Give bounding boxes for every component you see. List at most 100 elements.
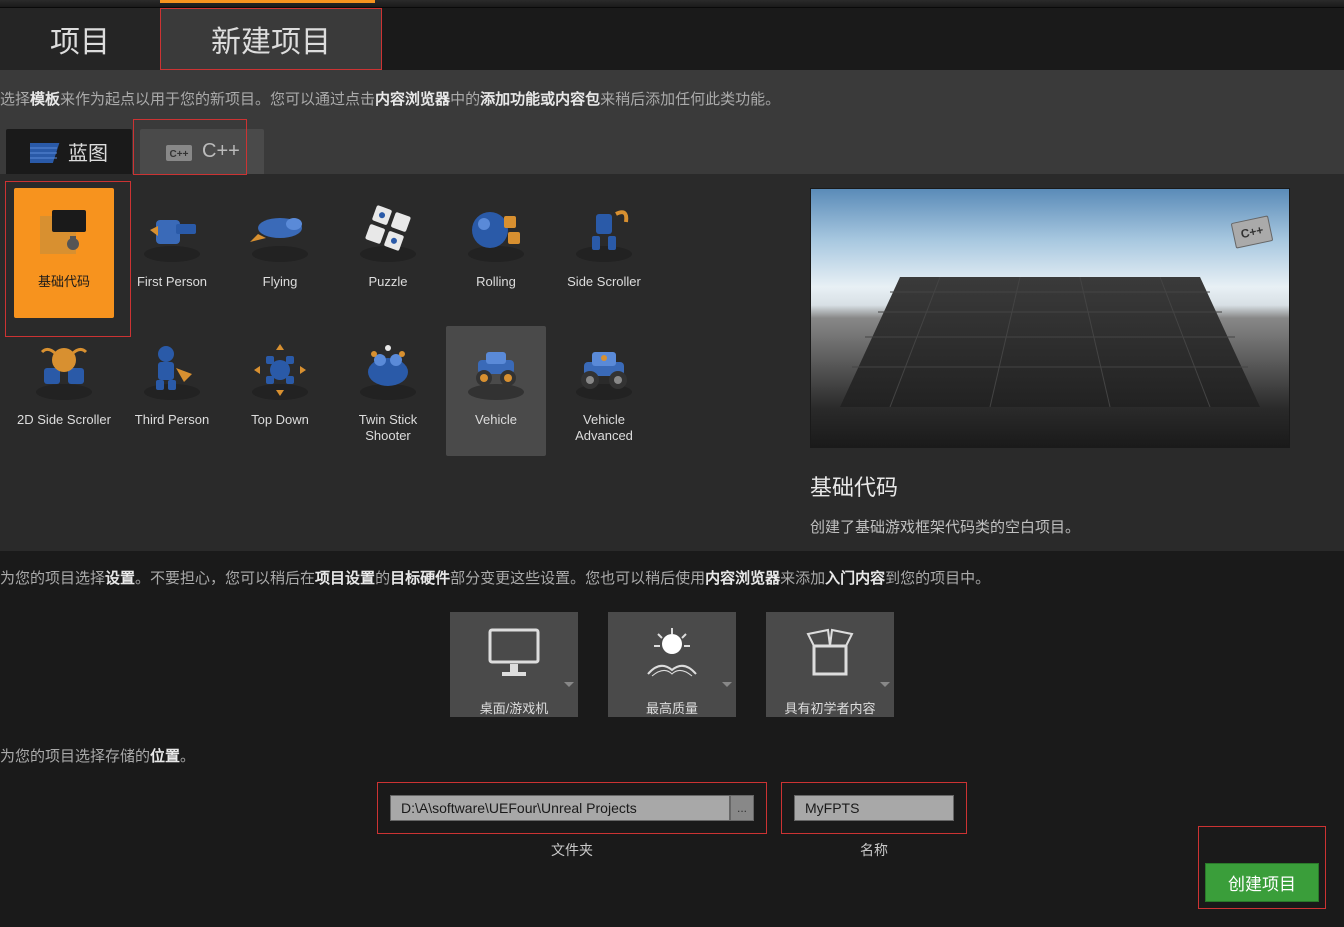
settings-help-text: 为您的项目选择设置。不要担心，您可以稍后在项目设置的目标硬件部分变更这些设置。您… [0,551,1344,604]
tb: 目标硬件 [390,570,450,587]
folder-input[interactable] [390,795,730,821]
intro-text: 选择模板来作为起点以用于您的新项目。您可以通过点击内容浏览器中的添加功能或内容包… [0,70,1344,129]
dropdown-caret-icon [722,682,732,687]
template-item-rolling[interactable]: Rolling [446,188,546,318]
name-input-wrap [781,782,967,834]
location-help-text: 为您的项目选择存储的位置。 [0,733,1344,778]
name-label: 名称 [860,840,888,860]
tb: 位置 [150,748,180,765]
browse-button[interactable]: ... [730,795,754,821]
t: 的 [375,570,390,587]
sub-tab-label: C++ [202,140,240,163]
template-item-sidescroller[interactable]: Side Scroller [554,188,654,318]
sub-tab-cpp[interactable]: C++ C++ [140,129,264,174]
name-input[interactable] [794,795,954,821]
template-label: Puzzle [368,274,407,290]
template-item-vehicle[interactable]: Vehicle [446,326,546,456]
active-tab-indicator [160,0,375,3]
template-grid: 基础代码 First Person Flying Puzzle Rolling Side … [14,188,654,537]
t: 为您的项目选择 [0,570,105,587]
svg-text:C++: C++ [170,149,189,160]
cpp-icon: C++ [164,141,194,163]
option-label: 具有初学者内容 [784,692,875,717]
folder-label: 文件夹 [551,840,593,860]
template-label: First Person [137,274,207,290]
intro-bold: 添加功能或内容包 [480,91,600,108]
template-label: Side Scroller [567,274,641,290]
tab-new-project[interactable]: 新建项目 [160,8,382,70]
t: 为您的项目选择存储的 [0,748,150,765]
intro-text-part: 来稍后添加任何此类功能。 [600,91,780,108]
desktop-icon [450,612,578,692]
floor-plane [840,277,1260,407]
thirdperson-icon [136,334,208,406]
tb: 项目设置 [315,570,375,587]
t: 部分变更这些设置。您也可以稍后使用 [450,570,705,587]
preview-panel: C++ 基础代码 创建了基础游戏框架代码类的空白项目。 [810,188,1330,537]
main-area: 选择模板来作为起点以用于您的新项目。您可以通过点击内容浏览器中的添加功能或内容包… [0,70,1344,551]
tb: 入门内容 [825,570,885,587]
option-desktop[interactable]: 桌面/游戏机 [450,612,578,717]
template-item-2dscroller[interactable]: 2D Side Scroller [14,326,114,456]
template-label: Twin Stick Shooter [338,412,438,443]
t: 到您的项目中。 [885,570,990,587]
firstperson-icon [136,196,208,268]
intro-text-part: 中的 [450,91,480,108]
puzzle-icon [352,196,424,268]
sidescroller-icon [568,196,640,268]
create-project-button[interactable]: 创建项目 [1205,863,1319,902]
dropdown-caret-icon [564,682,574,687]
cpp-badge-icon: C++ [1231,215,1274,248]
sub-tabs: 蓝图 C++ C++ [0,129,1344,174]
template-item-topdown[interactable]: Top Down [230,326,330,456]
basic-icon [28,196,100,268]
preview-title: 基础代码 [810,470,1330,502]
t: 来添加 [780,570,825,587]
path-row: ... 文件夹 名称 [0,778,1344,864]
tb: 设置 [105,570,135,587]
vehicle-icon [460,334,532,406]
sub-tab-blueprint[interactable]: 蓝图 [6,129,132,174]
template-panel: 基础代码 First Person Flying Puzzle Rolling Side … [0,174,1344,551]
template-item-firstperson[interactable]: First Person [122,188,222,318]
2dscroller-icon [28,334,100,406]
intro-text-part: 来作为起点以用于您的新项目。您可以通过点击 [60,91,375,108]
intro-bold: 内容浏览器 [375,91,450,108]
option-quality[interactable]: 最高质量 [608,612,736,717]
template-label: Third Person [135,412,209,428]
name-field: 名称 [781,782,967,860]
starter-icon [766,612,894,692]
dropdown-caret-icon [880,682,890,687]
template-label: Top Down [251,412,309,428]
quality-icon [608,612,736,692]
vehicleadv-icon [568,334,640,406]
option-cards: 桌面/游戏机 最高质量 具有初学者内容 [0,604,1344,733]
preview-image: C++ [810,188,1290,448]
topdown-icon [244,334,316,406]
template-item-twinstick[interactable]: Twin Stick Shooter [338,326,438,456]
rolling-icon [460,196,532,268]
template-item-vehicleadv[interactable]: Vehicle Advanced [554,326,654,456]
template-item-flying[interactable]: Flying [230,188,330,318]
tab-project[interactable]: 项目 [0,8,160,70]
template-item-puzzle[interactable]: Puzzle [338,188,438,318]
template-label: Vehicle Advanced [554,412,654,443]
preview-description: 创建了基础游戏框架代码类的空白项目。 [810,516,1330,537]
template-label: Vehicle [475,412,517,428]
template-item-thirdperson[interactable]: Third Person [122,326,222,456]
intro-bold: 模板 [30,91,60,108]
t: 。 [180,748,195,765]
option-label: 桌面/游戏机 [480,692,549,717]
flying-icon [244,196,316,268]
t: 。不要担心，您可以稍后在 [135,570,315,587]
template-item-basic[interactable]: 基础代码 [14,188,114,318]
create-area: 创建项目 [1198,826,1326,909]
tb: 内容浏览器 [705,570,780,587]
main-tabs: 项目 新建项目 [0,8,1344,70]
option-label: 最高质量 [646,692,698,717]
intro-text-part: 选择 [0,91,30,108]
template-label: 2D Side Scroller [17,412,111,428]
option-starter[interactable]: 具有初学者内容 [766,612,894,717]
sub-tab-label: 蓝图 [68,137,108,166]
twinstick-icon [352,334,424,406]
